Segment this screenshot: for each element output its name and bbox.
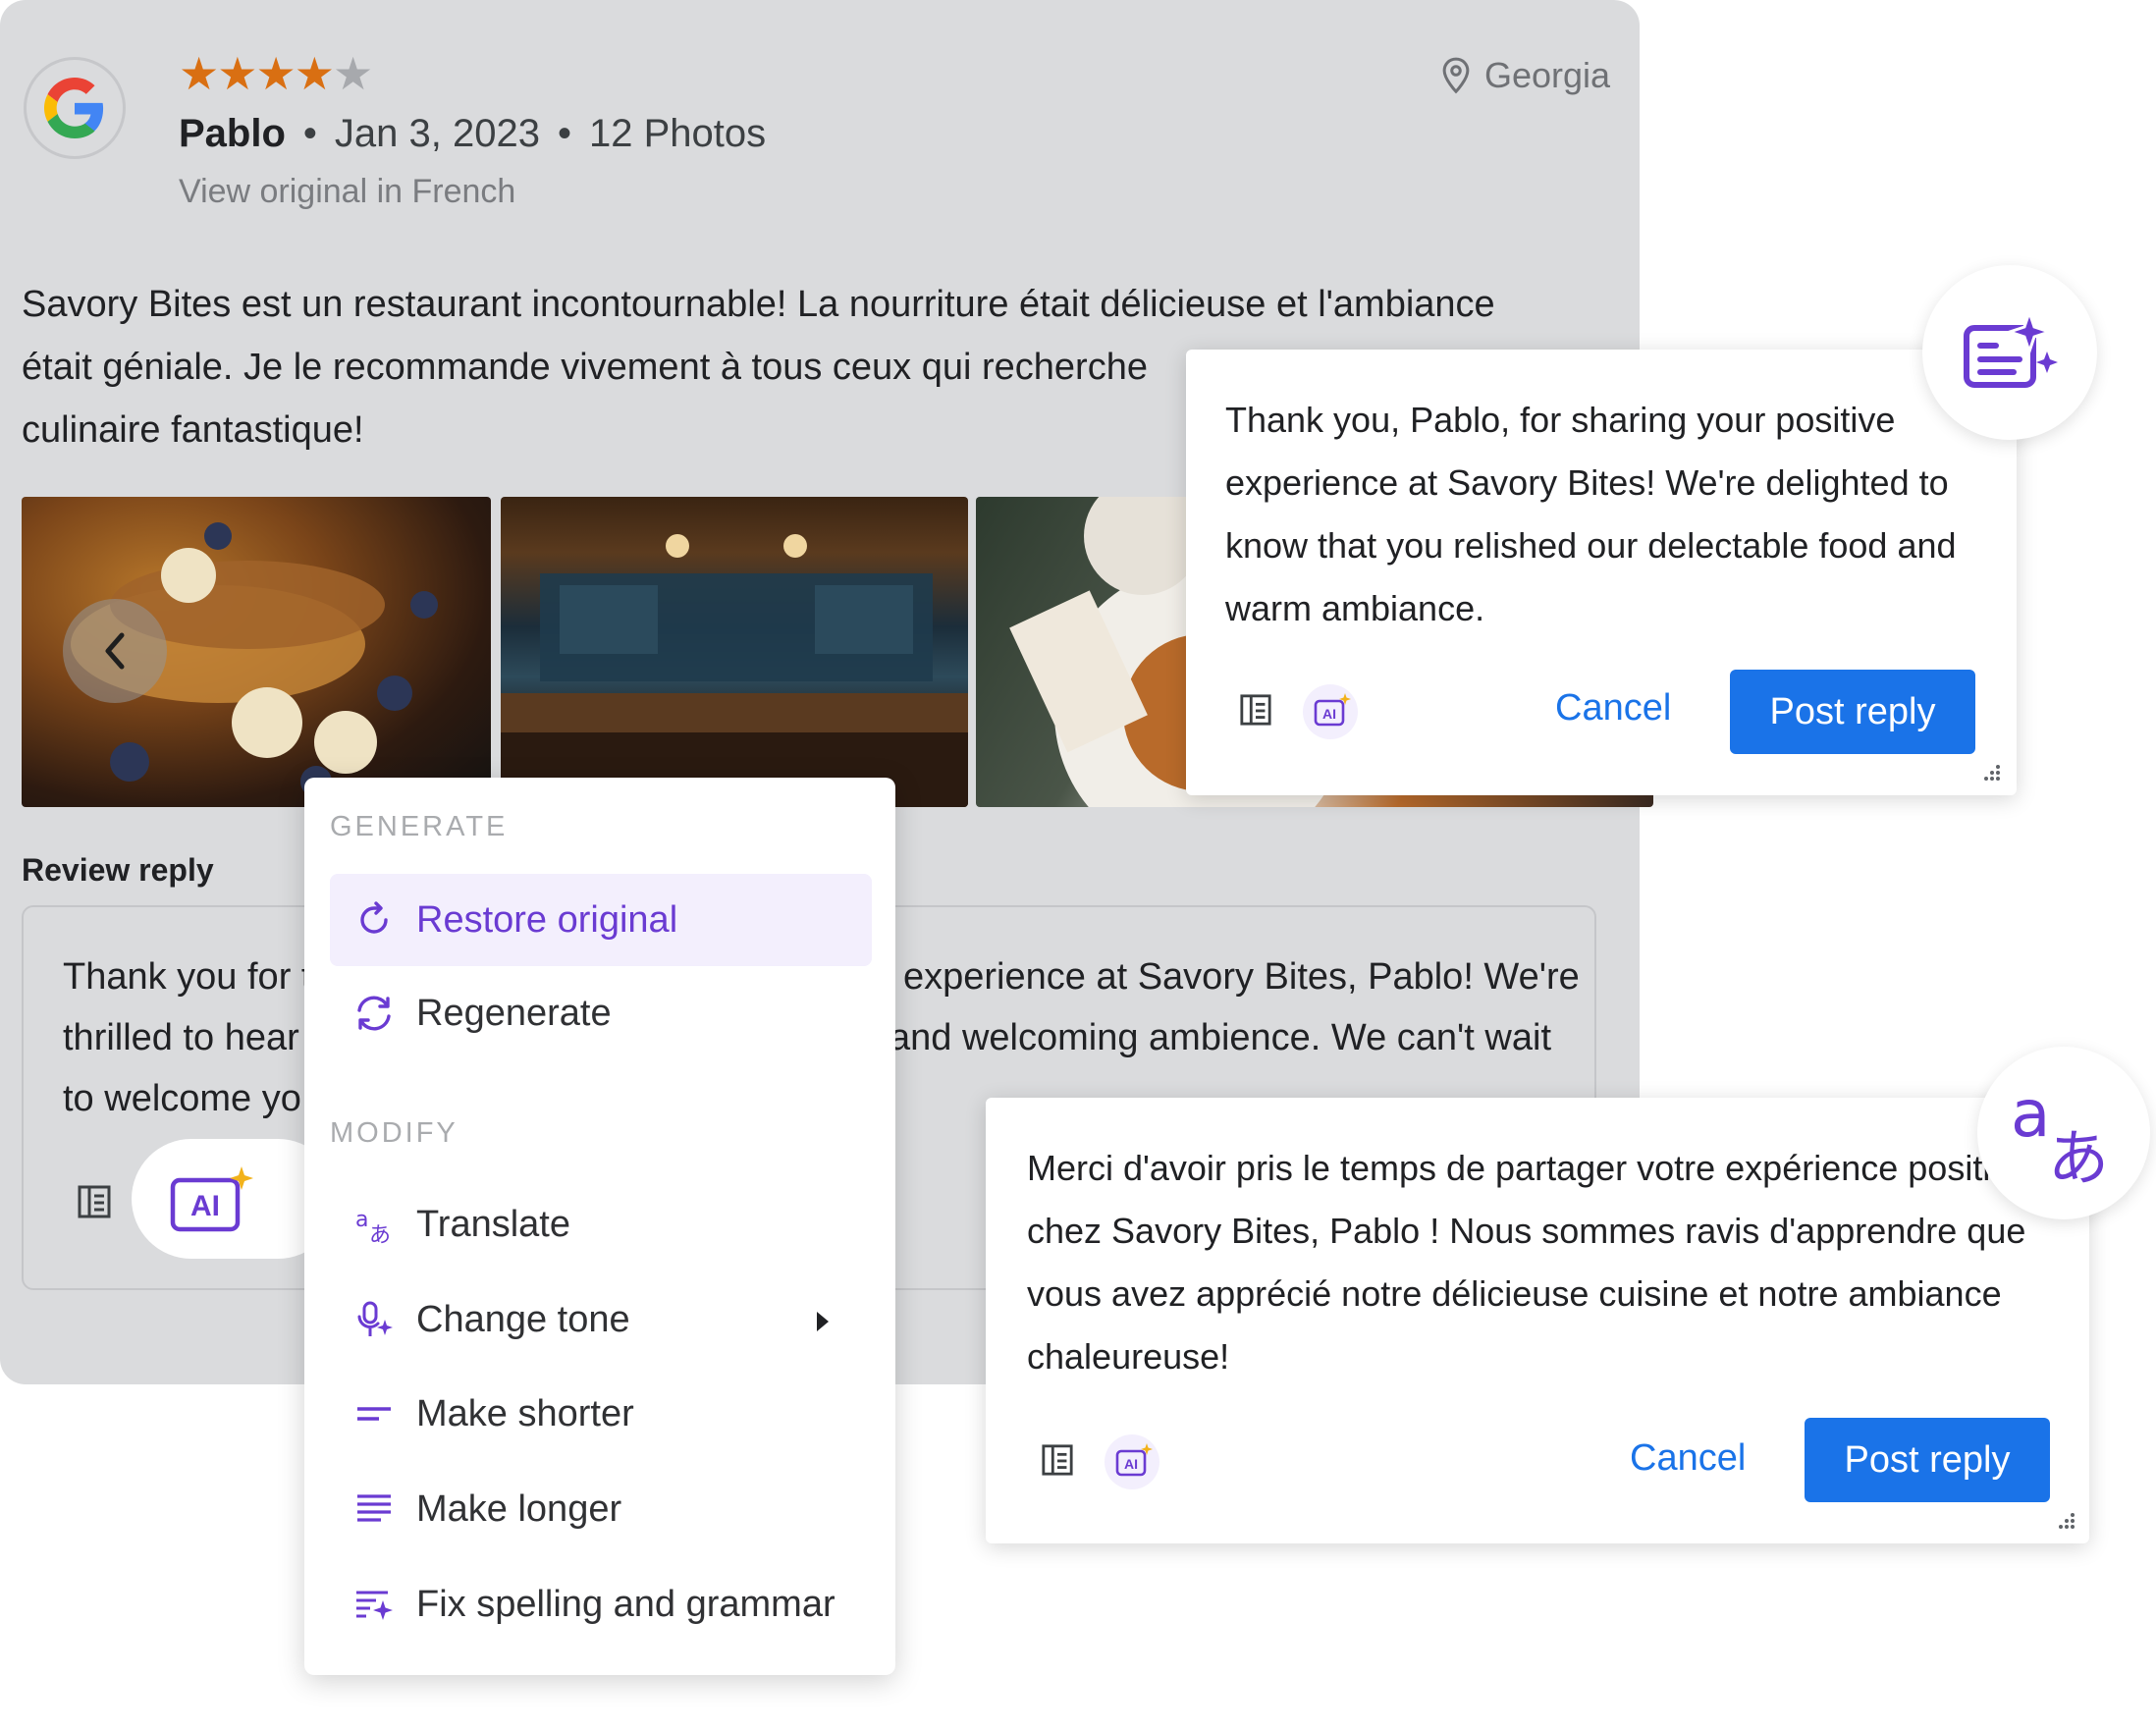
star-empty-icon: ★ — [333, 48, 373, 99]
menu-item-fix-spelling[interactable]: Fix spelling and grammar — [330, 1558, 872, 1650]
chevron-left-icon — [105, 632, 125, 670]
menu-item-translate[interactable]: aあ Translate — [330, 1178, 872, 1270]
post-reply-button[interactable]: Post reply — [1805, 1418, 2050, 1502]
translate-badge-latin: a — [2011, 1079, 2050, 1152]
translate-icon: aあ — [351, 1205, 397, 1244]
reply-panel-french-text[interactable]: Merci d'avoir pris le temps de partager … — [1027, 1137, 2068, 1388]
menu-item-make-shorter[interactable]: Make shorter — [330, 1368, 872, 1460]
restore-icon — [351, 901, 397, 939]
reviewer-meta: Pablo • Jan 3, 2023 • 12 Photos — [179, 112, 766, 156]
ai-label: AI — [190, 1190, 220, 1222]
post-reply-button[interactable]: Post reply — [1730, 670, 1975, 754]
cancel-button[interactable]: Cancel — [1555, 687, 1671, 730]
translate-badge-icon: a あ — [1977, 1047, 2150, 1219]
ai-assist-icon[interactable]: AI — [1302, 683, 1359, 745]
menu-item-label: Regenerate — [416, 992, 612, 1034]
reply-text-line: Thank you for t — [63, 956, 312, 998]
ai-label: AI — [1124, 1456, 1138, 1472]
resize-handle-icon[interactable] — [2058, 1512, 2075, 1535]
template-editor-icon[interactable] — [77, 1184, 112, 1224]
menu-item-label: Make shorter — [416, 1392, 634, 1434]
reviewer-name: Pablo — [179, 112, 286, 155]
review-reply-heading: Review reply — [22, 852, 214, 888]
star-filled-icon: ★ — [255, 48, 296, 99]
cancel-button[interactable]: Cancel — [1630, 1437, 1746, 1480]
ai-write-badge-icon — [1922, 265, 2097, 440]
reply-text-line: to welcome yo — [63, 1078, 301, 1119]
menu-item-label: Translate — [416, 1203, 570, 1245]
star-filled-icon: ★ — [179, 48, 219, 99]
change-tone-icon — [351, 1300, 397, 1339]
carousel-prev-button[interactable] — [63, 599, 167, 703]
meta-separator: • — [302, 112, 317, 155]
meta-separator: • — [557, 112, 571, 155]
review-date: Jan 3, 2023 — [334, 112, 540, 155]
translate-badge-kana: あ — [2048, 1122, 2109, 1187]
star-filled-icon: ★ — [217, 48, 257, 99]
template-editor-icon[interactable] — [1239, 693, 1272, 731]
star-filled-icon: ★ — [294, 48, 335, 99]
resize-handle-icon[interactable] — [1983, 764, 2001, 786]
menu-item-make-longer[interactable]: Make longer — [330, 1463, 872, 1555]
menu-section-modify: MODIFY — [330, 1117, 458, 1149]
menu-item-label: Restore original — [416, 898, 678, 941]
submenu-arrow-icon — [815, 1310, 831, 1338]
menu-section-generate: GENERATE — [330, 811, 509, 842]
template-editor-icon[interactable] — [1041, 1443, 1074, 1482]
menu-item-label: Make longer — [416, 1487, 622, 1530]
photo-count[interactable]: 12 Photos — [589, 112, 766, 155]
ai-label: AI — [1322, 706, 1336, 722]
review-text-line: Savory Bites est un restaurant incontour… — [22, 284, 1495, 325]
menu-item-restore-original[interactable]: Restore original — [330, 874, 872, 966]
regenerate-icon — [351, 995, 397, 1032]
location-name: Georgia — [1484, 55, 1611, 95]
menu-item-change-tone[interactable]: Change tone — [330, 1273, 872, 1366]
star-rating: ★★★★★ — [179, 48, 373, 99]
menu-item-label: Change tone — [416, 1298, 630, 1340]
location-pin-icon — [1442, 57, 1470, 94]
make-shorter-icon — [351, 1404, 397, 1424]
make-longer-icon — [351, 1492, 397, 1526]
reply-panel-english-text[interactable]: Thank you, Pablo, for sharing your posit… — [1225, 389, 1991, 640]
ai-assist-icon[interactable]: AI — [1104, 1433, 1160, 1495]
google-logo-icon — [24, 57, 126, 159]
review-photo-bar-interior[interactable] — [501, 497, 968, 807]
location: Georgia — [1441, 55, 1610, 96]
menu-item-regenerate[interactable]: Regenerate — [330, 967, 872, 1059]
reply-text-line: thrilled to hear — [63, 1017, 299, 1058]
view-original-link[interactable]: View original in French — [179, 173, 515, 211]
fix-spelling-icon — [351, 1587, 397, 1622]
translate-small-kana: あ — [369, 1223, 391, 1244]
reply-text-line: and welcoming ambience. We can't wait — [889, 1017, 1551, 1058]
ai-assist-icon[interactable]: AI — [169, 1164, 259, 1240]
menu-item-label: Fix spelling and grammar — [416, 1583, 835, 1625]
translate-small-latin: a — [355, 1208, 368, 1232]
reply-text-line: experience at Savory Bites, Pablo! We're — [903, 956, 1580, 998]
